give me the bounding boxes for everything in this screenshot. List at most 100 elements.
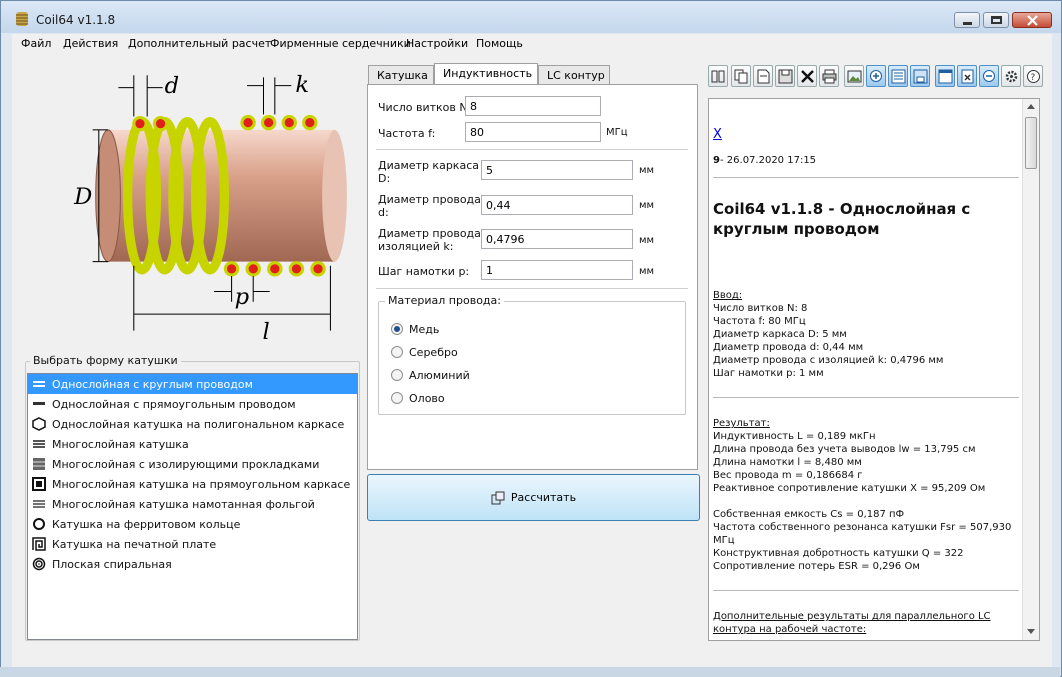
wire-diameter-input[interactable]: 0,44 (481, 195, 633, 215)
inductance-tab-page: Число витков N: 8 Частота f: 80 МГц Диам… (367, 84, 698, 470)
menu-settings[interactable]: Настройки (406, 37, 468, 50)
window-icon (938, 69, 953, 84)
title-bar[interactable]: Coil64 v1.1.8 (1, 1, 1061, 33)
list-item[interactable]: Многослойная катушка на прямоугольном ка… (28, 474, 357, 494)
list-item[interactable]: Многослойная катушка намотанная фольгой (28, 494, 357, 514)
insulated-diameter-input[interactable]: 0,4796 (481, 229, 633, 249)
columns-icon (711, 70, 725, 83)
tb-clear[interactable] (957, 65, 977, 87)
menu-brand-cores[interactable]: Фирменные сердечники (270, 37, 411, 50)
coil-diagram: d k D p l (73, 72, 347, 345)
polygon-former-icon (32, 417, 46, 431)
shape-group-title: Выбрать форму катушки (30, 354, 181, 367)
pitch-unit: мм (639, 266, 655, 277)
material-aluminum-label[interactable]: Алюминий (409, 369, 470, 382)
list-item[interactable]: Многослойная с изолирующими прокладками (28, 454, 357, 474)
close-icon (1027, 15, 1038, 26)
list-item[interactable]: Плоская спиральная (28, 554, 357, 574)
label-k: k (295, 72, 309, 98)
list-item[interactable]: Катушка на ферритовом кольце (28, 514, 357, 534)
turns-input[interactable]: 8 (465, 96, 601, 116)
material-group-title: Материал провода: (385, 294, 504, 307)
delete-icon (801, 70, 814, 83)
menu-additional-calc[interactable]: Дополнительный расчет (128, 37, 271, 50)
insulated-diameter-unit: мм (639, 235, 655, 246)
scroll-up-icon (1027, 104, 1035, 109)
tb-save-as[interactable] (910, 65, 930, 87)
turns-label: Число витков N: (378, 101, 472, 114)
tb-help[interactable]: ? (1023, 65, 1043, 87)
material-silver-radio[interactable] (391, 346, 403, 358)
zoom-in-icon (870, 70, 882, 82)
print-icon (822, 69, 837, 84)
material-aluminum-radio[interactable] (391, 369, 403, 381)
report-entry-num: 9 (713, 155, 720, 166)
report-input-title: Ввод: (713, 290, 743, 301)
tab-inductance[interactable]: Индуктивность (434, 63, 538, 85)
report-line: Длина провода без учета выводов lw = 13,… (713, 444, 976, 455)
list-item[interactable]: Однослойная с прямоугольным проводом (28, 394, 357, 414)
tb-list[interactable] (888, 65, 908, 87)
list-item[interactable]: Однослойная с круглым проводом (28, 374, 357, 394)
wire-diameter-label-2: d: (378, 206, 389, 219)
round-wire-coil-icon (32, 377, 46, 391)
rect-former-icon (32, 477, 46, 491)
menu-actions[interactable]: Действия (63, 37, 118, 50)
zoom-out-icon (983, 70, 995, 82)
report-scrollbar[interactable] (1022, 99, 1039, 640)
menu-file[interactable]: Файл (21, 37, 51, 50)
report-result-title: Результат: (713, 418, 770, 429)
insulated-diameter-label: Диаметр провода с (378, 227, 491, 240)
ferrite-ring-icon (32, 517, 46, 531)
material-tin-label[interactable]: Олово (409, 392, 445, 405)
tb-delete[interactable] (797, 65, 817, 87)
save-as-icon (913, 69, 928, 84)
label-p: p (235, 284, 249, 310)
divider (713, 397, 1019, 398)
tab-lc-circuit[interactable]: LC контур (538, 65, 610, 85)
tb-print[interactable] (819, 65, 839, 87)
tb-zoom-out[interactable] (979, 65, 999, 87)
report-extra-title: Дополнительные результаты для параллельн… (713, 611, 991, 622)
tb-settings[interactable] (1001, 65, 1021, 87)
report-close-link[interactable]: X (713, 128, 722, 141)
list-item[interactable]: Многослойная катушка (28, 434, 357, 454)
close-button[interactable] (1012, 12, 1052, 28)
pitch-input[interactable]: 1 (481, 260, 633, 280)
tb-copy[interactable] (731, 65, 751, 87)
tb-save[interactable] (775, 65, 795, 87)
multilayer-gaps-icon (32, 457, 46, 471)
tab-coil[interactable]: Катушка (368, 65, 434, 85)
minimize-button[interactable] (954, 12, 980, 28)
divider (376, 288, 688, 289)
report-extra-title-2: контура на рабочей частоте: (713, 624, 867, 635)
list-item[interactable]: Катушка на печатной плате (28, 534, 357, 554)
material-copper-radio[interactable] (391, 323, 403, 335)
label-D: D (73, 184, 92, 210)
freq-input[interactable]: 80 (465, 122, 601, 142)
rect-wire-coil-icon (32, 397, 46, 411)
tb-columns[interactable] (708, 65, 728, 87)
report-line: Частота собственного резонанса катушки F… (713, 522, 1012, 533)
tb-zoom-in[interactable] (866, 65, 886, 87)
menu-help[interactable]: Помощь (476, 37, 523, 50)
report-line: Частота f: 80 МГц (713, 316, 806, 327)
list-item[interactable]: Однослойная катушка на полигональном кар… (28, 414, 357, 434)
multilayer-coil-icon (32, 437, 46, 451)
report-line: Диаметр провода с изоляцией k: 0,4796 мм (713, 355, 944, 366)
material-copper-label[interactable]: Медь (409, 323, 439, 336)
former-diameter-input[interactable]: 5 (481, 160, 633, 180)
tb-document[interactable] (753, 65, 773, 87)
tb-window[interactable] (935, 65, 955, 87)
tb-image[interactable] (844, 65, 864, 87)
scroll-thumb[interactable] (1025, 117, 1037, 169)
image-icon (847, 70, 862, 83)
material-silver-label[interactable]: Серебро (409, 346, 458, 359)
material-tin-radio[interactable] (391, 392, 403, 404)
taskbar-edge (0, 667, 1060, 677)
divider (376, 149, 688, 150)
maximize-button[interactable] (983, 12, 1009, 28)
calculate-button[interactable]: Рассчитать (367, 474, 700, 521)
report-panel[interactable]: X 9 - 26.07.2020 17:15 Coil64 v1.1.8 - О… (708, 98, 1040, 641)
shape-list: Однослойная с круглым проводом Однослойн… (27, 373, 358, 640)
